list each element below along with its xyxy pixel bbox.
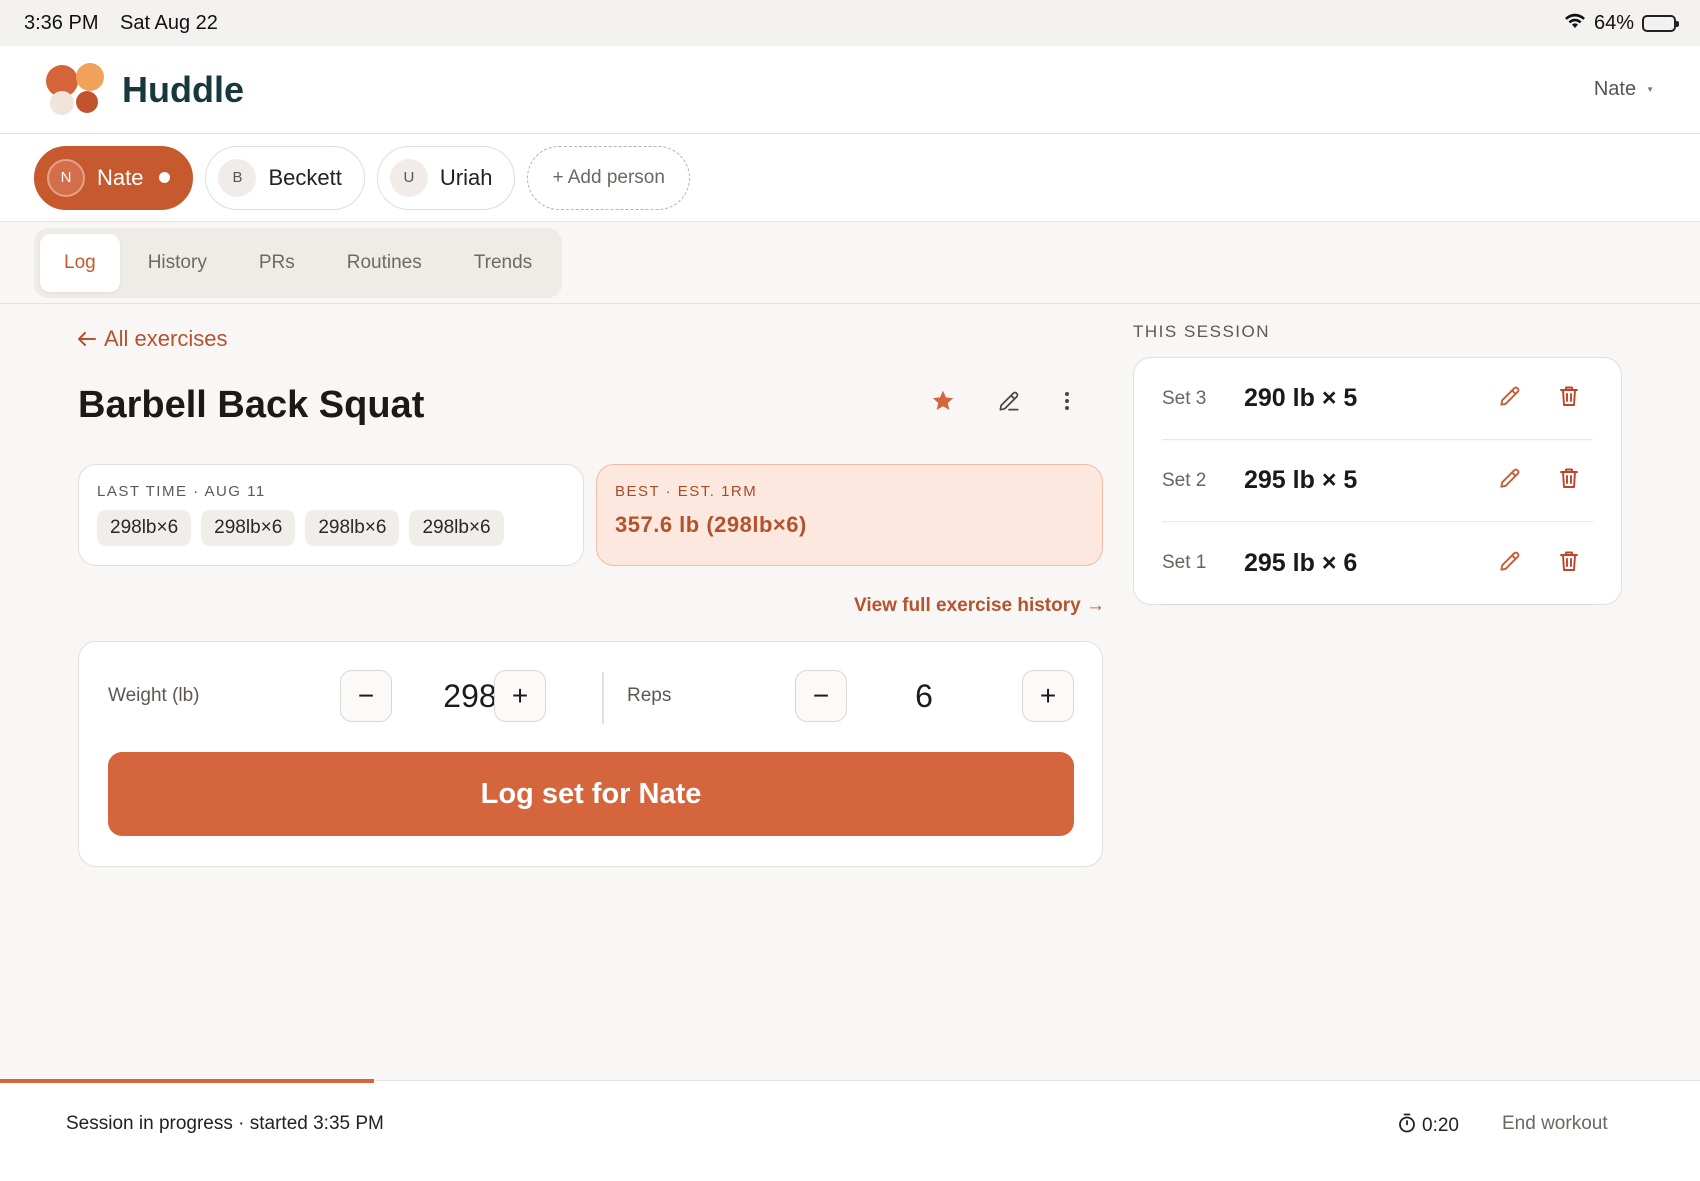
last-time-card: LAST TIME · AUG 11 298lb×6 298lb×6 298lb… <box>78 464 584 566</box>
session-set-row: Set 3 290 lb × 5 <box>1162 358 1593 440</box>
status-bar-right: 64% <box>1564 11 1679 35</box>
set-value: 295 lb × 5 <box>1244 466 1358 494</box>
last-time-sets: 298lb×6 298lb×6 298lb×6 298lb×6 <box>97 510 565 546</box>
reps-increment-button[interactable]: + <box>1022 670 1074 722</box>
tab-prs[interactable]: PRs <box>235 234 319 292</box>
session-sets-card: Set 3 290 lb × 5 Set 2 295 lb × 5 Set 1 … <box>1133 357 1622 605</box>
set-value: 295 lb × 6 <box>1244 548 1358 577</box>
session-status: Session in progress · started 3:35 PM <box>66 1113 384 1134</box>
last-time-set-pill[interactable]: 298lb×6 <box>409 510 504 546</box>
tab-trends[interactable]: Trends <box>450 234 556 292</box>
brand[interactable]: Huddle <box>46 62 244 117</box>
wifi-icon <box>1564 12 1586 35</box>
arrow-left-icon <box>78 326 96 352</box>
last-time-set-pill[interactable]: 298lb×6 <box>305 510 400 546</box>
set-actions <box>1497 465 1593 496</box>
set-name: Set 1 <box>1162 552 1207 573</box>
active-indicator-dot <box>159 172 171 183</box>
app-header: Huddle Nate ▼ <box>0 46 1700 134</box>
tab-log[interactable]: Log <box>40 234 120 292</box>
reps-label: Reps <box>627 685 672 706</box>
last-time-set-pill[interactable]: 298lb×6 <box>97 510 192 546</box>
more-vertical-icon[interactable] <box>1062 389 1072 413</box>
reps-decrement-button[interactable]: − <box>795 670 847 722</box>
end-workout-button[interactable]: End workout <box>1502 1113 1608 1135</box>
edit-pencil-icon[interactable] <box>996 388 1022 414</box>
set-actions <box>1497 548 1593 579</box>
best-1rm-card: BEST · EST. 1RM 357.6 lb (298lb×6) <box>596 464 1103 566</box>
weight-label: Weight (lb) <box>108 685 200 706</box>
back-label: All exercises <box>104 326 228 351</box>
status-bar-left: 3:36 PM Sat Aug 22 <box>24 12 234 35</box>
person-name: Nate <box>97 164 144 190</box>
set-name: Set 3 <box>1162 387 1207 409</box>
tab-history[interactable]: History <box>124 234 231 292</box>
battery-icon <box>1642 14 1679 32</box>
session-set-row: Set 1 295 lb × 6 <box>1162 522 1593 604</box>
session-timer: 0:20 <box>1398 1113 1459 1139</box>
avatar: N <box>47 158 85 197</box>
status-time: 3:36 PM <box>24 11 99 34</box>
set-value: 290 lb × 5 <box>1244 384 1358 412</box>
edit-pencil-icon[interactable] <box>1497 548 1523 579</box>
person-name: Beckett <box>268 164 342 190</box>
last-time-set-pill[interactable]: 298lb×6 <box>201 510 296 546</box>
trash-icon[interactable] <box>1557 549 1581 578</box>
session-progress-bar <box>0 1079 374 1083</box>
reps-value[interactable]: 6 <box>874 678 974 715</box>
logo-icon <box>46 62 108 117</box>
timer-value: 0:20 <box>1422 1115 1459 1136</box>
person-name: Uriah <box>439 164 493 190</box>
caret-down-icon: ▼ <box>1646 85 1654 94</box>
user-menu-button[interactable]: Nate ▼ <box>1594 78 1654 101</box>
set-actions <box>1497 383 1593 414</box>
weight-increment-button[interactable]: + <box>494 670 546 722</box>
avatar: B <box>218 158 257 197</box>
person-chip-beckett[interactable]: B Beckett <box>205 145 365 210</box>
star-icon[interactable] <box>930 388 956 414</box>
session-bottom-bar: Session in progress · started 3:35 PM 0:… <box>0 1079 1700 1181</box>
trash-icon[interactable] <box>1557 466 1581 495</box>
status-bar: 3:36 PM Sat Aug 22 64% <box>0 0 1700 46</box>
tab-bar: Log History PRs Routines Trends <box>0 222 1700 304</box>
battery-percent: 64% <box>1593 11 1634 34</box>
weight-decrement-button[interactable]: − <box>340 670 392 722</box>
set-logger-card: Weight (lb) − 298 + Reps − 6 + Log set f… <box>78 641 1103 867</box>
last-time-label: LAST TIME · AUG 11 <box>97 483 266 500</box>
exercise-actions <box>930 388 1072 414</box>
set-name: Set 2 <box>1162 469 1207 491</box>
divider <box>602 672 604 724</box>
status-date: Sat Aug 22 <box>120 11 218 34</box>
log-set-button[interactable]: Log set for Nate <box>108 752 1074 836</box>
add-person-button[interactable]: + Add person <box>527 145 690 210</box>
session-heading: THIS SESSION <box>1133 322 1271 341</box>
avatar: U <box>389 158 428 197</box>
best-label: BEST · EST. 1RM <box>615 483 758 500</box>
edit-pencil-icon[interactable] <box>1497 465 1523 496</box>
app-name: Huddle <box>122 68 244 110</box>
edit-pencil-icon[interactable] <box>1497 383 1523 414</box>
person-chip-uriah[interactable]: U Uriah <box>376 145 516 210</box>
back-to-exercises-link[interactable]: All exercises <box>78 326 227 352</box>
trash-icon[interactable] <box>1557 384 1581 413</box>
person-chip-nate[interactable]: N Nate <box>34 145 194 210</box>
stopwatch-icon <box>1398 1113 1416 1139</box>
people-selector: N Nate B Beckett U Uriah + Add person <box>0 134 1700 222</box>
tab-routines[interactable]: Routines <box>323 234 446 292</box>
tabs: Log History PRs Routines Trends <box>34 228 563 298</box>
exercise-title: Barbell Back Squat <box>78 384 425 426</box>
user-menu-label: Nate <box>1593 78 1637 100</box>
view-history-link[interactable]: View full exercise history → <box>854 595 1105 617</box>
best-value: 357.6 lb (298lb×6) <box>615 512 807 537</box>
session-set-row: Set 2 295 lb × 5 <box>1162 440 1593 522</box>
